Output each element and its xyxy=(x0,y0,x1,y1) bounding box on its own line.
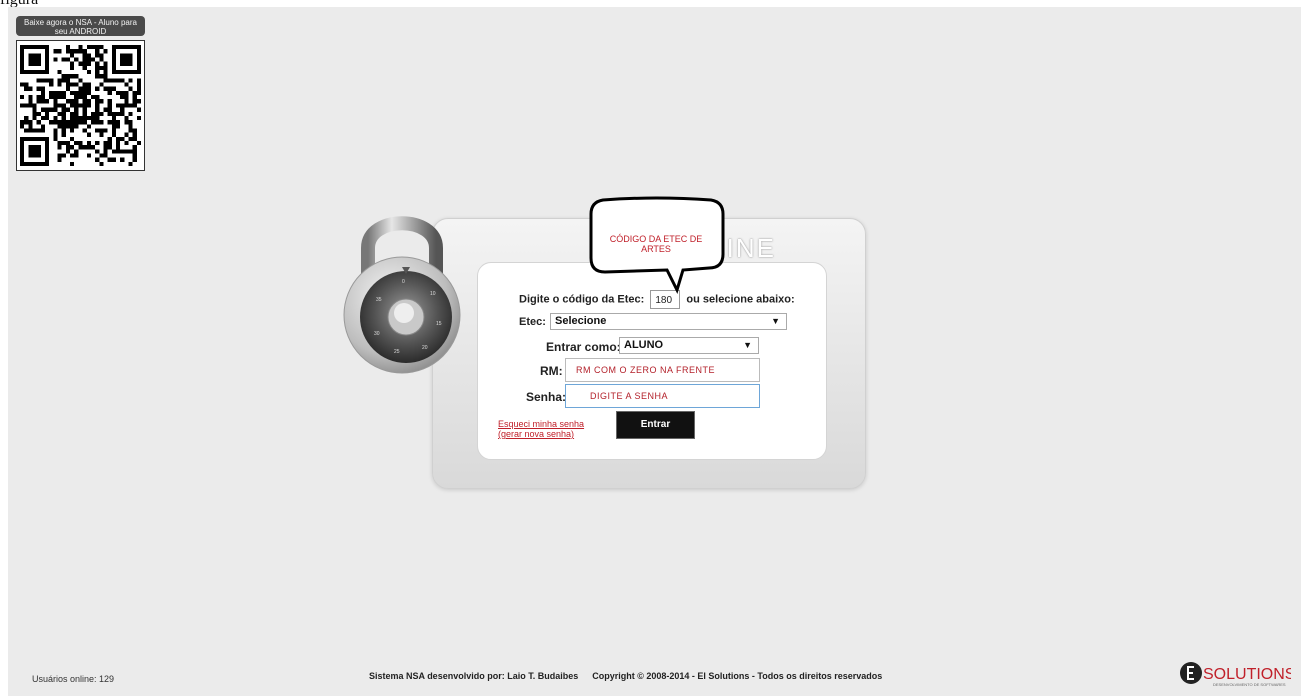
etec-select-value: Selecione xyxy=(555,315,607,327)
top-caption: figura xyxy=(0,0,38,8)
forgot-line-2[interactable]: (gerar nova senha) xyxy=(498,429,584,439)
role-select[interactable]: ALUNO ▼ xyxy=(619,337,759,354)
password-input[interactable]: DIGITE A SENHA xyxy=(565,384,760,408)
footer-developer: Sistema NSA desenvolvido por: Laio T. Bu… xyxy=(369,671,579,681)
etec-label: Etec: xyxy=(519,316,546,328)
role-label: Entrar como: xyxy=(546,340,621,354)
logo-subtext: DESENVOLVIMENTO DE SOFTWARES xyxy=(1213,682,1286,687)
chevron-down-icon: ▼ xyxy=(743,340,752,350)
footer-credits: Sistema NSA desenvolvido por: Laio T. Bu… xyxy=(369,671,882,681)
hint-bubble-text: CÓDIGO DA ETEC DE ARTES xyxy=(609,234,703,254)
svg-text:10: 10 xyxy=(430,291,436,297)
svg-text:15: 15 xyxy=(436,321,442,327)
forgot-password-link[interactable]: Esqueci minha senha (gerar nova senha) xyxy=(498,419,584,439)
svg-text:25: 25 xyxy=(394,349,400,355)
svg-text:0: 0 xyxy=(402,279,405,285)
android-banner[interactable]: Baixe agora o NSA - Aluno para seu ANDRO… xyxy=(16,16,145,36)
padlock-icon: 0 10 15 20 25 30 35 xyxy=(343,216,461,374)
footer-copyright: Copyright © 2008-2014 - El Solutions - T… xyxy=(592,671,883,681)
role-select-value: ALUNO xyxy=(624,339,664,351)
svg-text:30: 30 xyxy=(374,331,380,337)
el-solutions-logo: SOLUTIONS DESENVOLVIMENTO DE SOFTWARES xyxy=(1180,662,1291,687)
rm-label: RM: xyxy=(540,364,563,378)
etec-select[interactable]: Selecione ▼ xyxy=(550,313,787,330)
users-online: Usuários online: 129 xyxy=(32,674,115,684)
android-promo[interactable]: Baixe agora o NSA - Aluno para seu ANDRO… xyxy=(16,16,145,171)
rm-input[interactable]: RM COM O ZERO NA FRENTE xyxy=(565,358,760,382)
login-button[interactable]: Entrar xyxy=(616,411,695,439)
forgot-line-1[interactable]: Esqueci minha senha xyxy=(498,419,584,429)
svg-text:35: 35 xyxy=(376,297,382,303)
qr-code-icon xyxy=(16,40,145,171)
svg-text:20: 20 xyxy=(422,345,428,351)
chevron-down-icon: ▼ xyxy=(771,316,780,326)
password-label: Senha: xyxy=(526,390,567,404)
logo-text: SOLUTIONS xyxy=(1203,666,1291,683)
